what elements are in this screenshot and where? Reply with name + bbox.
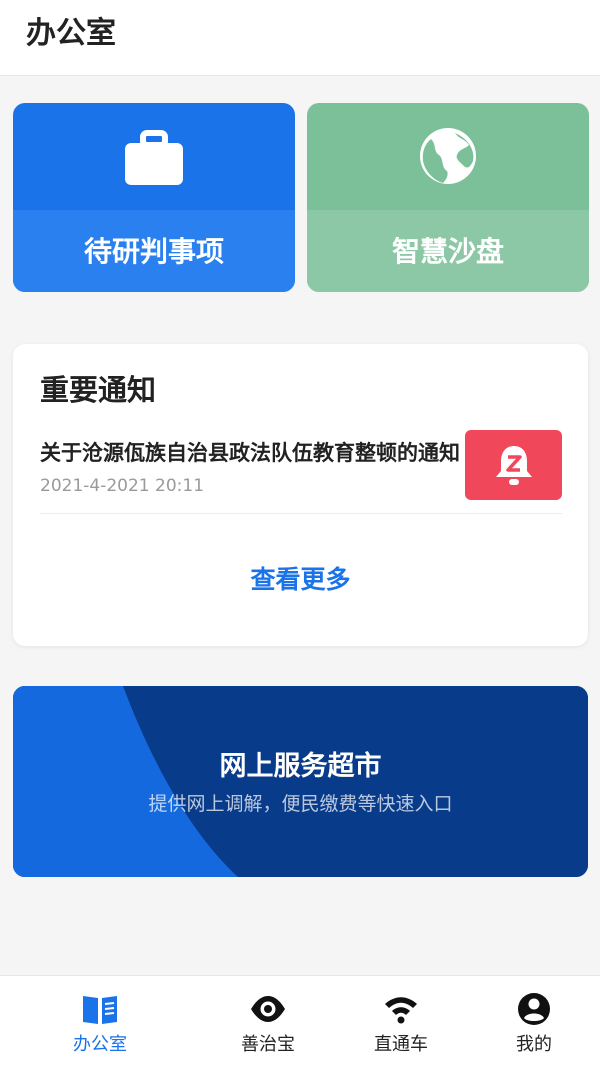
smart-sandtable-label: 智慧沙盘 <box>391 235 504 268</box>
bell-icon <box>496 446 532 485</box>
banner-title: 网上服务超市 <box>219 751 382 782</box>
notice-list-item[interactable]: 关于沧源佤族自治县政法队伍教育整顿的通知 2021-4-2021 20:11 <box>40 428 562 514</box>
nav-label-direct-train: 直通车 <box>374 1034 428 1055</box>
notice-badge <box>465 430 562 500</box>
notice-item-title: 关于沧源佤族自治县政法队伍教育整顿的通知 <box>40 441 460 465</box>
globe-icon <box>420 128 476 184</box>
pending-items-tile[interactable]: 待研判事项 <box>13 103 295 292</box>
pending-items-label: 待研判事项 <box>83 235 224 268</box>
page-title: 办公室 <box>26 16 116 51</box>
bottom-navigation: 办公室 善治宝 直通车 我的 <box>0 975 600 1067</box>
nav-label-mine: 我的 <box>516 1034 552 1055</box>
nav-item-direct-train[interactable]: 直通车 <box>326 976 476 1067</box>
online-service-market-banner[interactable]: 网上服务超市 提供网上调解，便民缴费等快速入口 <box>13 686 588 877</box>
view-more-link[interactable]: 查看更多 <box>13 562 588 598</box>
notice-item-time: 2021-4-2021 20:11 <box>40 476 205 496</box>
banner-subtitle: 提供网上调解，便民缴费等快速入口 <box>148 793 453 815</box>
book-icon <box>83 996 117 1024</box>
nav-label-shanzhibao: 善治宝 <box>241 1034 295 1055</box>
signal-icon <box>385 997 417 1024</box>
nav-label-office: 办公室 <box>73 1034 127 1055</box>
smart-sandtable-tile[interactable]: 智慧沙盘 <box>307 103 589 292</box>
nav-item-office[interactable]: 办公室 <box>25 976 175 1067</box>
user-icon <box>518 993 550 1025</box>
eye-icon <box>251 996 285 1022</box>
app-root: 办公室 待研判事项 智慧沙盘 重要通知 关于沧源佤族自治县政法队伍教育整顿的通知… <box>0 0 600 1067</box>
nav-item-shanzhibao[interactable]: 善治宝 <box>193 976 343 1067</box>
important-notice-card: 重要通知 关于沧源佤族自治县政法队伍教育整顿的通知 2021-4-2021 20… <box>13 344 588 646</box>
nav-item-mine[interactable]: 我的 <box>459 976 600 1067</box>
briefcase-icon <box>125 130 183 185</box>
notice-card-title: 重要通知 <box>40 373 157 407</box>
app-header: 办公室 <box>0 0 600 76</box>
